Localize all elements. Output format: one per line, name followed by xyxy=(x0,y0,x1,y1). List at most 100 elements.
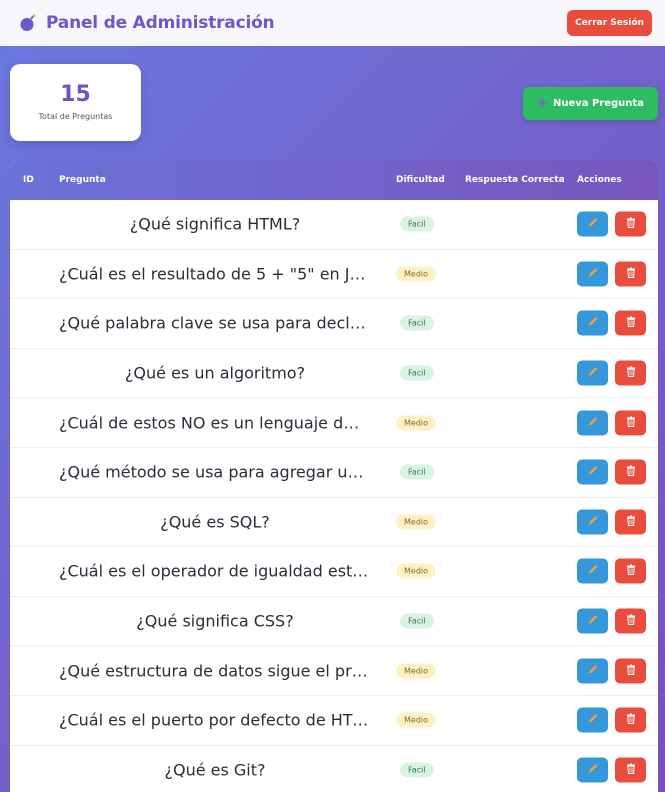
table-row: ¿Qué palabra clave se usa para declarar … xyxy=(10,299,658,349)
questions-table: ID Pregunta Dificultad Respuesta Correct… xyxy=(10,160,658,792)
delete-button[interactable] xyxy=(615,707,646,733)
table-body: ¿Qué significa HTML? Facil ¿Cuál es el res… xyxy=(10,200,658,792)
pencil-icon xyxy=(587,415,599,430)
pencil-icon xyxy=(587,614,599,629)
delete-button[interactable] xyxy=(615,658,646,684)
question-text: ¿Qué significa HTML? xyxy=(129,214,301,234)
trash-icon xyxy=(625,564,637,579)
table-row: ¿Cuál es el resultado de 5 + "5" en Java… xyxy=(10,250,658,300)
edit-button[interactable] xyxy=(577,261,608,287)
delete-button[interactable] xyxy=(615,211,646,237)
edit-button[interactable] xyxy=(577,211,608,237)
pencil-icon xyxy=(587,514,599,529)
table-row: ¿Cuál es el operador de igualdad estrict… xyxy=(10,547,658,597)
pencil-icon xyxy=(587,713,599,728)
column-header-difficulty: Dificultad xyxy=(396,175,445,185)
pencil-icon xyxy=(587,316,599,331)
pencil-icon xyxy=(587,266,599,281)
difficulty-badge: Facil xyxy=(400,762,434,778)
table-row: ¿Cuál de estos NO es un lenguaje de prog… xyxy=(10,398,658,448)
trash-icon xyxy=(625,663,637,678)
edit-button[interactable] xyxy=(577,410,608,436)
column-header-correct-answer: Respuesta Correcta xyxy=(465,175,565,185)
question-text: ¿Cuál es el operador de igualdad estrict… xyxy=(59,561,369,581)
table-row: ¿Qué método se usa para agregar un eleme… xyxy=(10,448,658,498)
page-title: Panel de Administración xyxy=(46,13,275,33)
difficulty-badge: Medio xyxy=(396,663,437,679)
question-text: ¿Qué estructura de datos sigue el princi… xyxy=(59,661,369,681)
question-text: ¿Qué es SQL? xyxy=(160,512,270,532)
column-header-id: ID xyxy=(23,175,34,185)
logout-button[interactable]: Cerrar Sesión xyxy=(567,10,652,36)
delete-button[interactable] xyxy=(615,261,646,287)
difficulty-badge: Medio xyxy=(396,266,437,282)
trash-icon xyxy=(625,415,637,430)
delete-button[interactable] xyxy=(615,410,646,436)
total-questions-card: 15 Total de Preguntas xyxy=(10,64,141,141)
question-text: ¿Qué es un algoritmo? xyxy=(124,363,306,383)
delete-button[interactable] xyxy=(615,310,646,336)
table-row: ¿Qué significa CSS? Facil xyxy=(10,597,658,647)
question-text: ¿Cuál es el resultado de 5 + "5" en Java… xyxy=(59,264,369,284)
edit-button[interactable] xyxy=(577,707,608,733)
brand: Panel de Administración xyxy=(18,13,275,33)
question-text: ¿Qué significa CSS? xyxy=(136,611,294,631)
delete-button[interactable] xyxy=(615,360,646,386)
table-row: ¿Cuál es el puerto por defecto de HTTP? M… xyxy=(10,696,658,746)
trash-icon xyxy=(625,713,637,728)
trash-icon xyxy=(625,614,637,629)
difficulty-badge: Facil xyxy=(400,613,434,629)
plus-icon: + xyxy=(537,96,548,111)
edit-button[interactable] xyxy=(577,310,608,336)
new-question-button[interactable]: + Nueva Pregunta xyxy=(523,87,658,120)
table-row: ¿Qué estructura de datos sigue el princi… xyxy=(10,646,658,696)
pencil-icon xyxy=(587,564,599,579)
pencil-icon xyxy=(587,217,599,232)
edit-button[interactable] xyxy=(577,658,608,684)
table-row: ¿Qué es un algoritmo? Facil xyxy=(10,349,658,399)
difficulty-badge: Medio xyxy=(396,712,437,728)
difficulty-badge: Facil xyxy=(400,365,434,381)
question-text: ¿Qué es Git? xyxy=(164,760,266,780)
total-questions-label: Total de Preguntas xyxy=(38,112,113,121)
delete-button[interactable] xyxy=(615,608,646,634)
delete-button[interactable] xyxy=(615,459,646,485)
trash-icon xyxy=(625,465,637,480)
edit-button[interactable] xyxy=(577,757,608,783)
difficulty-badge: Facil xyxy=(400,216,434,232)
table-row: ¿Qué significa HTML? Facil xyxy=(10,200,658,250)
delete-button[interactable] xyxy=(615,558,646,584)
question-text: ¿Cuál de estos NO es un lenguaje de prog… xyxy=(59,413,369,433)
difficulty-badge: Medio xyxy=(396,514,437,530)
table-row: ¿Qué es Git? Facil xyxy=(10,746,658,792)
edit-button[interactable] xyxy=(577,558,608,584)
edit-button[interactable] xyxy=(577,459,608,485)
edit-button[interactable] xyxy=(577,509,608,535)
difficulty-badge: Medio xyxy=(396,415,437,431)
difficulty-badge: Facil xyxy=(400,464,434,480)
pencil-icon xyxy=(587,762,599,777)
pencil-icon xyxy=(587,366,599,381)
total-questions-value: 15 xyxy=(60,82,91,107)
edit-button[interactable] xyxy=(577,360,608,386)
question-text: ¿Qué método se usa para agregar un eleme… xyxy=(59,462,369,482)
trash-icon xyxy=(625,366,637,381)
edit-button[interactable] xyxy=(577,608,608,634)
pencil-icon xyxy=(587,465,599,480)
question-text: ¿Cuál es el puerto por defecto de HTTP? xyxy=(59,710,369,730)
table-row: ¿Qué es SQL? Medio xyxy=(10,498,658,548)
pencil-icon xyxy=(587,663,599,678)
delete-button[interactable] xyxy=(615,757,646,783)
trash-icon xyxy=(625,316,637,331)
top-bar: Panel de Administración Cerrar Sesión xyxy=(0,0,665,46)
question-text: ¿Qué palabra clave se usa para declarar … xyxy=(59,313,369,333)
delete-button[interactable] xyxy=(615,509,646,535)
table-header: ID Pregunta Dificultad Respuesta Correct… xyxy=(10,160,658,200)
difficulty-badge: Medio xyxy=(396,563,437,579)
column-header-question: Pregunta xyxy=(59,175,106,185)
difficulty-badge: Facil xyxy=(400,315,434,331)
column-header-actions: Acciones xyxy=(577,175,622,185)
new-question-label: Nueva Pregunta xyxy=(552,98,644,109)
trash-icon xyxy=(625,514,637,529)
bomb-icon xyxy=(18,13,38,33)
